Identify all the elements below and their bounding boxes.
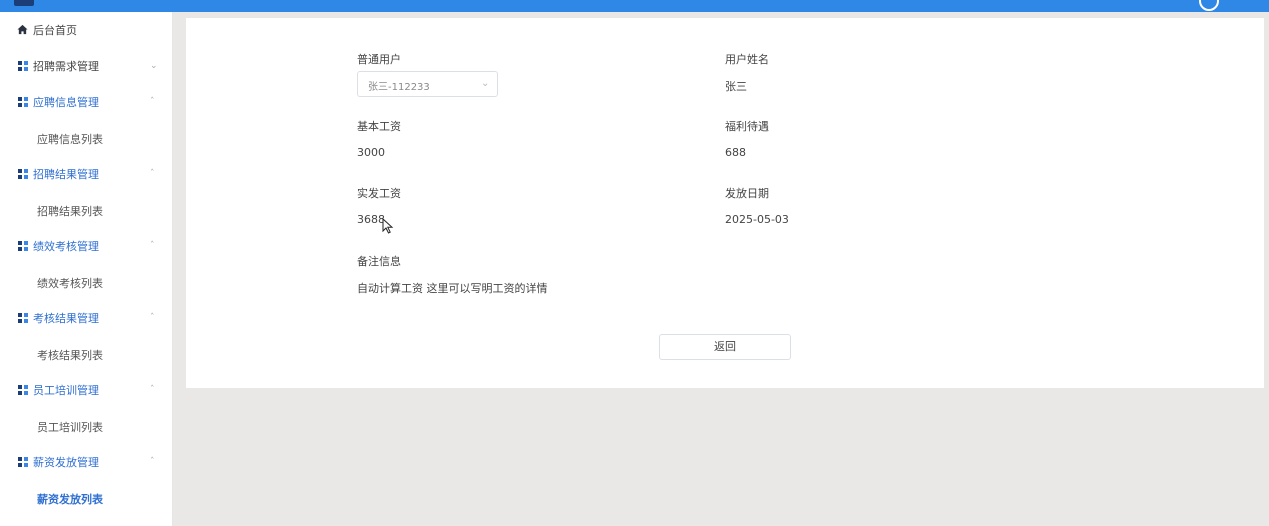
back-button[interactable]: 返回 (659, 334, 791, 360)
mouse-cursor-icon (382, 218, 394, 234)
sidebar-item-training-list[interactable]: 员工培训列表 (0, 408, 173, 444)
user-label: 普通用户 (357, 53, 401, 66)
sidebar-item-label: 绩效考核列表 (37, 277, 103, 290)
sidebar-item-label: 绩效考核管理 (33, 240, 99, 253)
sidebar-group-assessment-result[interactable]: 考核结果管理 ˆ (0, 300, 173, 336)
sidebar: 后台首页 招聘需求管理 ⌄ 应聘信息管理 ˆ 应聘信息列表 招聘结果管理 ˆ 招… (0, 12, 173, 526)
pay-date-label: 发放日期 (725, 187, 769, 200)
sidebar-item-label: 薪资发放列表 (37, 493, 103, 506)
chevron-down-icon: ⌄ (481, 78, 490, 89)
chevron-up-icon: ˆ (150, 241, 155, 251)
grid-menu-icon (18, 457, 28, 467)
sidebar-group-training[interactable]: 员工培训管理 ˆ (0, 372, 173, 408)
remark-label: 备注信息 (357, 255, 401, 268)
grid-menu-icon (18, 169, 28, 179)
content-gutter (173, 12, 186, 526)
logo-icon (14, 0, 34, 6)
app-window: 后台首页 招聘需求管理 ⌄ 应聘信息管理 ˆ 应聘信息列表 招聘结果管理 ˆ 招… (0, 0, 1269, 526)
home-icon (17, 24, 28, 35)
sidebar-item-assessment-result-list[interactable]: 考核结果列表 (0, 336, 173, 372)
sidebar-item-label: 应聘信息管理 (33, 96, 99, 109)
grid-menu-icon (18, 241, 28, 251)
sidebar-group-application-info[interactable]: 应聘信息管理 ˆ (0, 84, 173, 120)
sidebar-item-label: 考核结果管理 (33, 312, 99, 325)
chevron-up-icon: ˆ (150, 97, 155, 107)
sidebar-item-label: 招聘结果列表 (37, 205, 103, 218)
sidebar-group-recruit-result[interactable]: 招聘结果管理 ˆ (0, 156, 173, 192)
chevron-down-icon: ⌄ (150, 61, 158, 71)
name-label: 用户姓名 (725, 53, 769, 66)
sidebar-item-application-list[interactable]: 应聘信息列表 (0, 120, 173, 156)
remark-value: 自动计算工资 这里可以写明工资的详情 (357, 282, 548, 295)
grid-menu-icon (18, 97, 28, 107)
pay-date-value: 2025-05-03 (725, 213, 789, 226)
user-select[interactable]: 张三-112233 ⌄ (357, 71, 498, 97)
grid-menu-icon (18, 385, 28, 395)
top-bar (0, 0, 1269, 12)
actual-salary-value: 3688 (357, 213, 385, 226)
sidebar-group-recruit-demand[interactable]: 招聘需求管理 ⌄ (0, 48, 173, 84)
sidebar-item-label: 招聘需求管理 (33, 60, 99, 73)
sidebar-item-salary-list[interactable]: 薪资发放列表 (0, 480, 173, 516)
user-select-value: 张三-112233 (368, 82, 430, 93)
chevron-up-icon: ˆ (150, 313, 155, 323)
name-value: 张三 (725, 80, 747, 93)
chevron-up-icon: ˆ (150, 385, 155, 395)
sidebar-item-label: 考核结果列表 (37, 349, 103, 362)
sidebar-item-label: 员工培训管理 (33, 384, 99, 397)
base-salary-value: 3000 (357, 146, 385, 159)
sidebar-item-label: 后台首页 (33, 24, 77, 37)
sidebar-group-performance[interactable]: 绩效考核管理 ˆ (0, 228, 173, 264)
sidebar-item-recruit-result-list[interactable]: 招聘结果列表 (0, 192, 173, 228)
sidebar-item-label: 员工培训列表 (37, 421, 103, 434)
sidebar-item-label: 招聘结果管理 (33, 168, 99, 181)
benefits-value: 688 (725, 146, 746, 159)
sidebar-item-label: 应聘信息列表 (37, 133, 103, 146)
user-avatar-icon[interactable] (1199, 0, 1219, 11)
sidebar-item-label: 薪资发放管理 (33, 456, 99, 469)
chevron-up-icon: ˆ (150, 457, 155, 467)
sidebar-item-home[interactable]: 后台首页 (0, 12, 173, 48)
benefits-label: 福利待遇 (725, 120, 769, 133)
actual-salary-label: 实发工资 (357, 187, 401, 200)
detail-panel (186, 18, 1264, 388)
sidebar-item-performance-list[interactable]: 绩效考核列表 (0, 264, 173, 300)
grid-menu-icon (18, 313, 28, 323)
chevron-up-icon: ˆ (150, 169, 155, 179)
base-salary-label: 基本工资 (357, 120, 401, 133)
sidebar-group-salary[interactable]: 薪资发放管理 ˆ (0, 444, 173, 480)
grid-menu-icon (18, 61, 28, 71)
